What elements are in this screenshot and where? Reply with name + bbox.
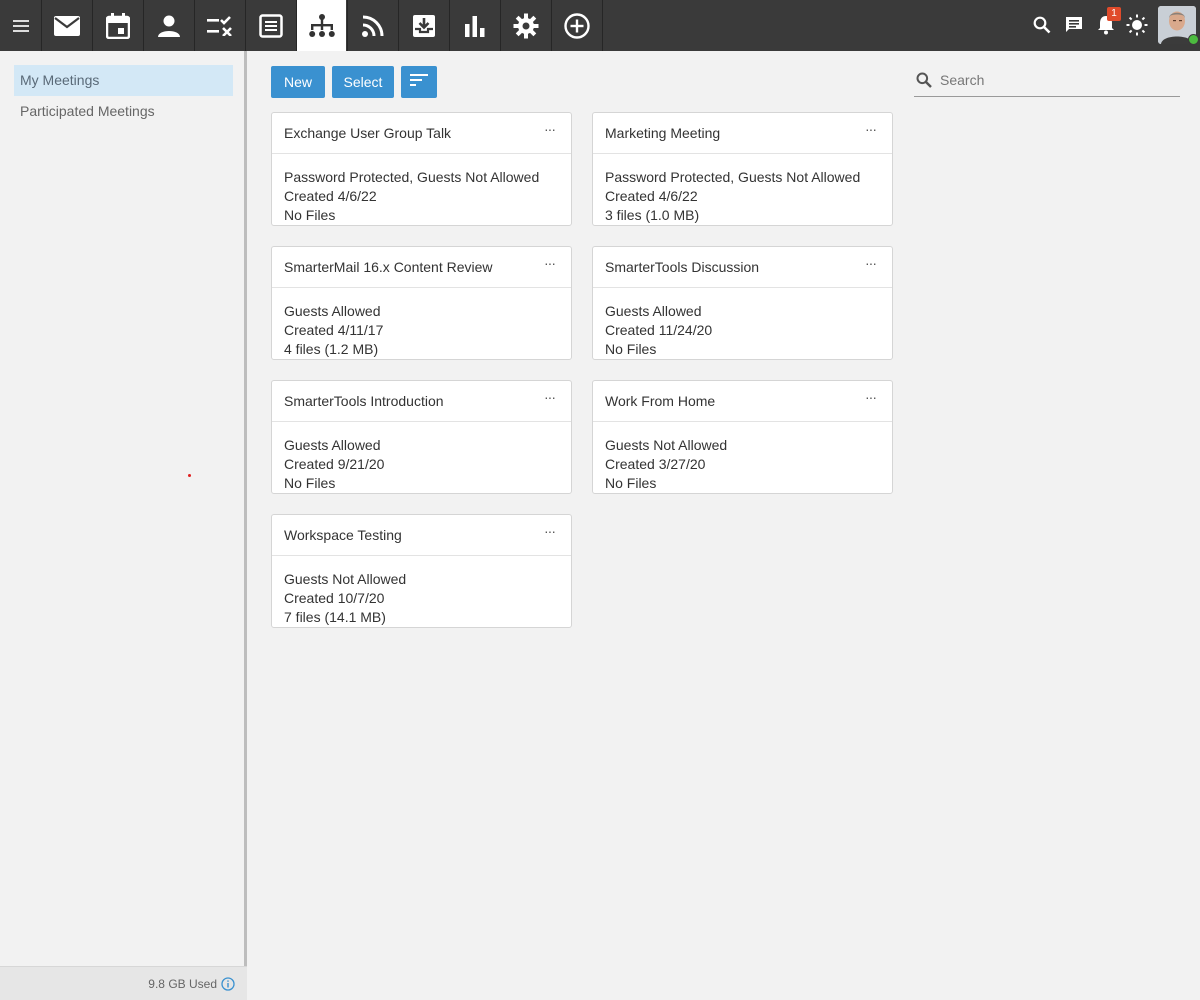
meeting-access: Password Protected, Guests Not Allowed	[605, 169, 861, 185]
meeting-card[interactable]: Work From Home ··· Guests Not Allowed Cr…	[592, 380, 893, 494]
nav-tab-add[interactable]	[551, 0, 603, 51]
meeting-created: Created 4/11/17	[284, 322, 384, 338]
meeting-created: Created 9/21/20	[284, 456, 385, 472]
sort-button[interactable]	[401, 66, 437, 98]
meeting-title: Workspace Testing	[284, 527, 402, 543]
meeting-card[interactable]: Workspace Testing ··· Guests Not Allowed…	[271, 514, 572, 628]
meeting-title: Exchange User Group Talk	[284, 125, 452, 141]
meeting-created: Created 10/7/20	[284, 590, 385, 606]
more-options-icon[interactable]: ···	[865, 389, 877, 405]
more-options-icon[interactable]: ···	[544, 389, 556, 405]
file-storage-icon	[412, 14, 436, 38]
card-body: Password Protected, Guests Not Allowed C…	[593, 154, 892, 225]
settings-icon	[513, 13, 539, 39]
top-navigation-bar: 1	[0, 0, 1200, 51]
meeting-access: Guests Allowed	[605, 303, 702, 319]
nav-tab-rss[interactable]	[347, 0, 397, 51]
meeting-files: No Files	[605, 341, 657, 357]
more-options-icon[interactable]: ···	[865, 255, 877, 271]
sort-icon	[410, 66, 428, 98]
card-header: SmarterTools Discussion ···	[593, 247, 892, 288]
meeting-title: SmarterTools Discussion	[605, 259, 760, 275]
contacts-icon	[157, 14, 181, 38]
meeting-access: Guests Allowed	[284, 437, 381, 453]
card-header: Exchange User Group Talk ···	[272, 113, 571, 154]
global-search-icon[interactable]	[1029, 12, 1055, 38]
search-icon	[916, 72, 932, 93]
more-options-icon[interactable]: ···	[544, 523, 556, 539]
card-header: Work From Home ···	[593, 381, 892, 422]
card-header: SmarterTools Introduction ···	[272, 381, 571, 422]
meeting-access: Guests Allowed	[284, 303, 381, 319]
meeting-title: SmarterMail 16.x Content Review	[284, 259, 493, 275]
meeting-files: No Files	[605, 475, 657, 491]
new-button[interactable]: New	[271, 66, 325, 98]
nav-tab-notes[interactable]	[245, 0, 295, 51]
card-body: Guests Allowed Created 11/24/20 No Files	[593, 288, 892, 359]
storage-footer: 9.8 GB Used	[0, 966, 247, 1000]
nav-tab-calendar[interactable]	[92, 0, 142, 51]
hamburger-menu-icon[interactable]	[0, 0, 41, 51]
card-body: Guests Not Allowed Created 10/7/20 7 fil…	[272, 556, 571, 627]
notification-count-badge: 1	[1107, 7, 1121, 21]
meeting-access: Guests Not Allowed	[284, 571, 407, 587]
select-button[interactable]: Select	[332, 66, 394, 98]
notes-icon	[258, 13, 283, 38]
info-icon[interactable]	[221, 977, 235, 994]
sidebar-item-my-meetings[interactable]: My Meetings	[14, 65, 233, 96]
sidebar-item-participated-meetings[interactable]: Participated Meetings	[14, 96, 233, 127]
card-body: Guests Allowed Created 4/11/17 4 files (…	[272, 288, 571, 359]
calendar-icon	[105, 12, 130, 39]
meeting-files: No Files	[284, 207, 336, 223]
meetings-icon	[308, 13, 336, 39]
nav-tab-meetings[interactable]	[296, 0, 346, 51]
meeting-created: Created 3/27/20	[605, 456, 706, 472]
meeting-access: Password Protected, Guests Not Allowed	[284, 169, 540, 185]
more-options-icon[interactable]: ···	[544, 255, 556, 271]
meeting-title: Marketing Meeting	[605, 125, 721, 141]
more-options-icon[interactable]: ···	[865, 121, 877, 137]
meeting-card[interactable]: Exchange User Group Talk ··· Password Pr…	[271, 112, 572, 226]
meeting-created: Created 4/6/22	[284, 188, 377, 204]
reports-icon	[464, 15, 486, 37]
card-body: Guests Not Allowed Created 3/27/20 No Fi…	[593, 422, 892, 493]
cursor-marker	[188, 474, 191, 477]
card-body: Password Protected, Guests Not Allowed C…	[272, 154, 571, 225]
more-options-icon[interactable]: ···	[544, 121, 556, 137]
meeting-files: 4 files (1.2 MB)	[284, 341, 379, 357]
sidebar: My Meetings Participated Meetings 9.8 GB…	[0, 51, 247, 1000]
meeting-access: Guests Not Allowed	[605, 437, 728, 453]
search-box	[914, 64, 1180, 97]
card-header: Marketing Meeting ···	[593, 113, 892, 154]
nav-tab-file-storage[interactable]	[398, 0, 448, 51]
nav-tab-tasks[interactable]	[194, 0, 244, 51]
rss-icon	[361, 14, 385, 38]
add-icon	[564, 12, 590, 39]
nav-tab-reports[interactable]	[449, 0, 499, 51]
meeting-card[interactable]: SmarterMail 16.x Content Review ··· Gues…	[271, 246, 572, 360]
nav-tab-mail[interactable]	[41, 0, 91, 51]
meeting-created: Created 4/6/22	[605, 188, 698, 204]
tasks-icon	[206, 15, 234, 36]
card-body: Guests Allowed Created 9/21/20 No Files	[272, 422, 571, 493]
search-input[interactable]	[940, 69, 1176, 91]
meeting-title: SmarterTools Introduction	[284, 393, 444, 409]
meeting-card[interactable]: SmarterTools Introduction ··· Guests All…	[271, 380, 572, 494]
card-header: Workspace Testing ···	[272, 515, 571, 556]
card-header: SmarterMail 16.x Content Review ···	[272, 247, 571, 288]
meeting-created: Created 11/24/20	[605, 322, 713, 338]
theme-toggle-sun-icon[interactable]	[1124, 12, 1150, 38]
meeting-card[interactable]: SmarterTools Discussion ··· Guests Allow…	[592, 246, 893, 360]
meeting-files: No Files	[284, 475, 336, 491]
presence-online-indicator	[1188, 34, 1199, 45]
meeting-files: 7 files (14.1 MB)	[284, 609, 386, 625]
mail-icon	[53, 15, 81, 37]
nav-tab-settings[interactable]	[500, 0, 550, 51]
storage-used-text: 9.8 GB Used	[148, 977, 217, 991]
meeting-files: 3 files (1.0 MB)	[605, 207, 700, 223]
meeting-card[interactable]: Marketing Meeting ··· Password Protected…	[592, 112, 893, 226]
meeting-title: Work From Home	[605, 393, 716, 409]
nav-tab-contacts[interactable]	[143, 0, 193, 51]
chat-icon[interactable]	[1061, 12, 1087, 38]
